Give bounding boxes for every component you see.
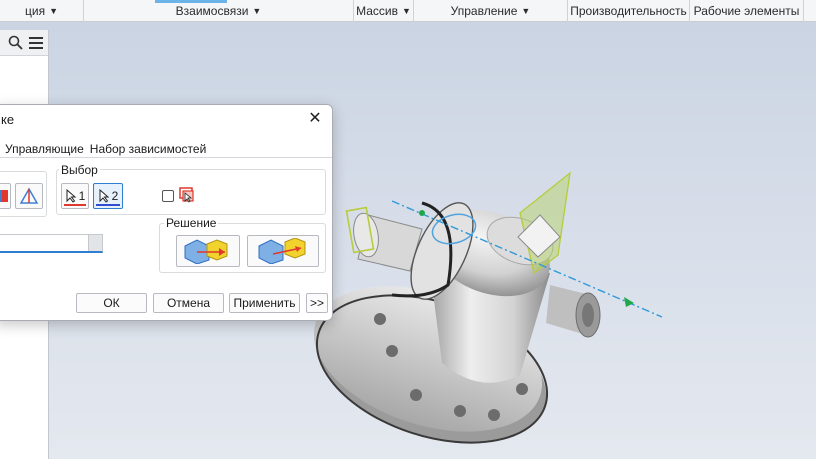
ribbon-group-label: Рабочие элементы [693, 4, 800, 18]
search-icon[interactable] [7, 35, 23, 51]
tab-constraint-set[interactable]: Набор зависимостей [90, 142, 207, 156]
solution-mate-button[interactable] [176, 235, 240, 267]
constraint-type-mate-button[interactable] [0, 183, 11, 209]
apply-button[interactable]: Применить [229, 293, 300, 313]
ribbon-group-relationships[interactable]: Взаимосвязи ▼ [84, 0, 354, 22]
ribbon-group-label: Взаимосвязи [175, 4, 249, 18]
chevron-down-icon: ▼ [252, 6, 262, 16]
ribbon-group-manage[interactable]: Управление ▼ [414, 0, 568, 22]
constraint-type-angle-button[interactable] [15, 183, 43, 209]
chevron-down-icon: ▼ [401, 6, 411, 16]
select-1-underline [64, 204, 86, 206]
pick-part-first-icon [179, 187, 195, 206]
close-icon[interactable]: ✕ [306, 109, 324, 127]
tab-driving[interactable]: Управляющие [5, 142, 84, 156]
select-2-button[interactable]: 2 [93, 183, 123, 209]
browser-toolbar [0, 30, 48, 56]
select-2-underline [96, 204, 120, 206]
chevron-down-icon: ▼ [49, 6, 58, 16]
constraint-dialog: ке ✕ Управляющие Набор зависимостей Выбо… [0, 104, 333, 321]
cancel-button[interactable]: Отмена [153, 293, 224, 313]
offset-input[interactable] [0, 234, 103, 253]
more-button[interactable]: >> [306, 293, 328, 313]
ribbon-group-work-features[interactable]: Рабочие элементы [690, 0, 804, 22]
pick-part-first-checkbox[interactable] [162, 190, 174, 202]
dialog-tabs: Управляющие Набор зависимостей [5, 142, 206, 156]
ribbon-panel-bar: ция ▼ Взаимосвязи ▼ Массив ▼ Управление … [0, 0, 816, 22]
solution-flush-button[interactable] [247, 235, 319, 267]
ribbon-group-label: Производительность [570, 4, 687, 18]
offset-dropdown-button[interactable] [88, 235, 102, 251]
ribbon-group-label: Массив [356, 4, 398, 18]
ok-button[interactable]: ОК [76, 293, 147, 313]
dialog-title: ке [1, 112, 15, 127]
ribbon-group-construction[interactable]: ция ▼ [0, 0, 84, 22]
ribbon-group-pattern[interactable]: Массив ▼ [354, 0, 414, 22]
menu-icon[interactable] [28, 35, 44, 51]
ribbon-group-label: Управление [450, 4, 518, 18]
selection-label: Выбор [59, 163, 100, 177]
solution-label: Решение [164, 216, 219, 230]
select-2-number: 2 [111, 189, 119, 203]
chevron-down-icon: ▼ [521, 6, 531, 16]
ribbon-group-productivity[interactable]: Производительность [568, 0, 690, 22]
tab-divider [0, 157, 332, 158]
select-1-button[interactable]: 1 [61, 183, 89, 209]
select-1-number: 1 [78, 189, 86, 203]
ribbon-group-label: ция [25, 4, 46, 18]
